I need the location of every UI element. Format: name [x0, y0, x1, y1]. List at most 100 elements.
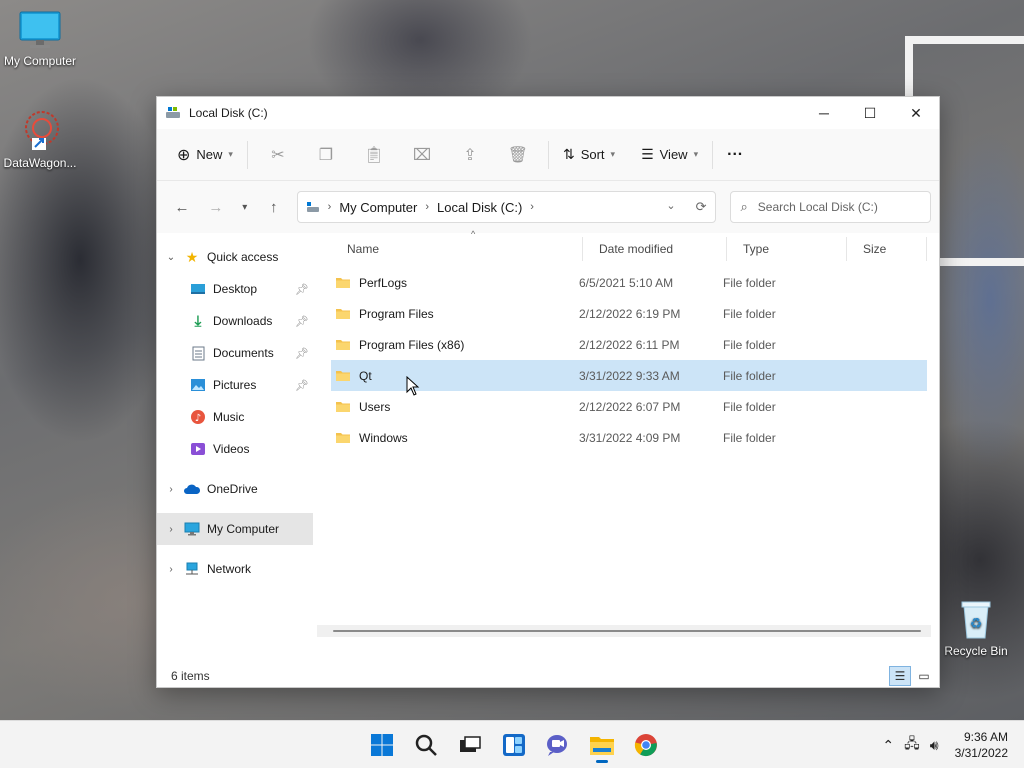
address-history-chevron-icon[interactable]: ⌄	[666, 199, 675, 215]
cut-icon[interactable]: ✂	[254, 139, 302, 171]
nav-item-label: Music	[213, 410, 245, 424]
back-arrow-icon[interactable]: ←	[165, 192, 199, 222]
folder-icon	[336, 402, 350, 412]
chrome-taskbar-button[interactable]	[628, 725, 664, 765]
plus-circle-icon: ⊕	[177, 146, 191, 164]
clock[interactable]: 9:36 AM 3/31/2022	[955, 729, 1008, 761]
more-options-button[interactable]: ···	[719, 139, 751, 171]
forward-arrow-icon[interactable]: →	[199, 192, 233, 222]
file-row-perflogs[interactable]: PerfLogs 6/5/2021 5:10 AM File folder	[331, 267, 927, 298]
maximize-button[interactable]: ☐	[847, 97, 893, 129]
network-icon	[181, 562, 203, 577]
taskbar-search-button[interactable]	[408, 725, 444, 765]
close-button[interactable]: ✕	[893, 97, 939, 129]
file-explorer-taskbar-button[interactable]	[584, 725, 620, 765]
star-icon: ★	[185, 248, 199, 265]
sort-button[interactable]: ⇅ Sort ▾	[555, 139, 623, 171]
file-row-program-files[interactable]: Program Files 2/12/2022 6:19 PM File fol…	[331, 298, 927, 329]
datawagon-icon	[25, 111, 59, 150]
clock-date: 3/31/2022	[954, 746, 1008, 760]
recent-locations-chevron-icon[interactable]: ▾	[233, 192, 257, 222]
copy-icon[interactable]: ❐	[302, 139, 350, 171]
column-header-date-modified[interactable]: Date modified	[583, 237, 727, 261]
title-bar[interactable]: Local Disk (C:) ─ ☐ ✕	[157, 97, 939, 129]
desktop-folder-icon	[187, 283, 209, 296]
nav-item-pictures[interactable]: Pictures 📌︎	[157, 369, 317, 401]
toolbar-divider	[246, 140, 248, 169]
pin-icon[interactable]: 📌︎	[295, 379, 309, 392]
scrollbar-thumb[interactable]	[333, 630, 921, 632]
search-box[interactable]: ⌕ Search Local Disk (C:)	[729, 191, 931, 223]
breadcrumb-local-disk[interactable]: Local Disk (C:)	[437, 200, 522, 215]
widgets-button[interactable]	[496, 725, 532, 765]
rename-icon[interactable]: ⌧	[398, 139, 446, 171]
search-placeholder: Search Local Disk (C:)	[757, 200, 878, 214]
teams-chat-button[interactable]	[540, 725, 576, 765]
desktop-icon-recycle-bin[interactable]: ♻ Recycle Bin	[936, 598, 1016, 658]
music-icon: ♪	[187, 409, 209, 425]
view-button[interactable]: ☰ View ▾	[633, 139, 706, 171]
file-name: Program Files	[359, 306, 434, 321]
new-button[interactable]: ⊕ New ▾	[169, 139, 241, 171]
expand-chevron-icon[interactable]: ›	[161, 564, 181, 575]
nav-item-onedrive[interactable]: › OneDrive	[157, 473, 317, 505]
column-header-name[interactable]: Name	[331, 237, 583, 261]
breadcrumb-my-computer[interactable]: My Computer	[339, 200, 417, 215]
expand-chevron-icon[interactable]: ⌄	[161, 252, 181, 263]
navigation-pane: ⌄ ★ Quick access Desktop 📌︎ ⤓ Downloads …	[157, 233, 317, 665]
expand-chevron-icon[interactable]: ›	[161, 524, 181, 535]
share-icon[interactable]: ⇪	[446, 139, 494, 171]
nav-item-desktop[interactable]: Desktop 📌︎	[157, 273, 317, 305]
network-status-icon[interactable]: 🖧︎	[904, 733, 920, 757]
nav-item-label: Videos	[213, 442, 250, 456]
navigation-bar: ← → ▾ ↑ › My Computer › Local Disk (C:) …	[157, 181, 939, 233]
start-button[interactable]	[364, 725, 400, 765]
breadcrumb-chevron-icon: ›	[425, 201, 430, 213]
expand-chevron-icon[interactable]: ›	[161, 484, 181, 495]
file-row-program-files-x86[interactable]: Program Files (x86) 2/12/2022 6:11 PM Fi…	[331, 329, 927, 360]
refresh-icon[interactable]: ⟳	[696, 199, 707, 215]
nav-item-music[interactable]: ♪ Music	[157, 401, 317, 433]
file-row-qt[interactable]: Qt 3/31/2022 9:33 AM File folder	[331, 360, 927, 391]
delete-icon[interactable]: 🗑︎	[494, 139, 542, 171]
item-count: 6 items	[171, 669, 210, 683]
minimize-button[interactable]: ─	[801, 97, 847, 129]
file-row-users[interactable]: Users 2/12/2022 6:07 PM File folder	[331, 391, 927, 422]
address-bar[interactable]: › My Computer › Local Disk (C:) › ⌄ ⟳	[296, 191, 716, 223]
pin-icon[interactable]: 📌︎	[295, 347, 309, 360]
view-icon: ☰	[641, 146, 654, 162]
large-icons-view-icon[interactable]: ▭	[913, 666, 935, 686]
document-icon	[187, 346, 209, 361]
desktop-icon-datawagon[interactable]: DataWagon...	[0, 108, 80, 170]
file-name: Qt	[359, 368, 372, 383]
monitor-icon	[19, 11, 61, 48]
file-date-modified: 6/5/2021 5:10 AM	[579, 275, 674, 290]
nav-item-documents[interactable]: Documents 📌︎	[157, 337, 317, 369]
download-arrow-icon: ⤓	[194, 312, 202, 330]
horizontal-scrollbar[interactable]	[317, 625, 931, 637]
show-hidden-icons-chevron-icon[interactable]: ⌃	[882, 737, 894, 754]
recycle-bin-icon: ♻	[961, 601, 991, 639]
desktop-icon-my-computer[interactable]: My Computer	[0, 10, 80, 68]
up-arrow-icon[interactable]: ↑	[257, 192, 291, 222]
nav-item-my-computer[interactable]: › My Computer	[157, 513, 313, 545]
task-view-button[interactable]	[452, 725, 488, 765]
file-date-modified: 2/12/2022 6:19 PM	[579, 306, 681, 321]
paste-icon[interactable]: 📋︎	[350, 139, 398, 171]
column-header-row: ^ Name Date modified Type Size	[331, 229, 939, 265]
pin-icon[interactable]: 📌︎	[295, 283, 309, 296]
nav-item-network[interactable]: › Network	[157, 553, 317, 585]
details-view-icon[interactable]: ☰	[889, 666, 911, 686]
videos-icon	[187, 442, 209, 456]
nav-item-downloads[interactable]: ⤓ Downloads 📌︎	[157, 305, 317, 337]
nav-item-quick-access[interactable]: ⌄ ★ Quick access	[157, 241, 317, 273]
nav-item-videos[interactable]: Videos	[157, 433, 317, 465]
sort-icon: ⇅	[562, 146, 575, 162]
file-row-windows[interactable]: Windows 3/31/2022 4:09 PM File folder	[331, 422, 927, 453]
column-header-size[interactable]: Size	[847, 237, 927, 261]
cloud-icon	[181, 483, 203, 495]
column-header-type[interactable]: Type	[727, 237, 847, 261]
monitor-icon	[181, 522, 203, 536]
pin-icon[interactable]: 📌︎	[295, 315, 309, 328]
volume-icon[interactable]: 🔊︎	[930, 737, 939, 754]
